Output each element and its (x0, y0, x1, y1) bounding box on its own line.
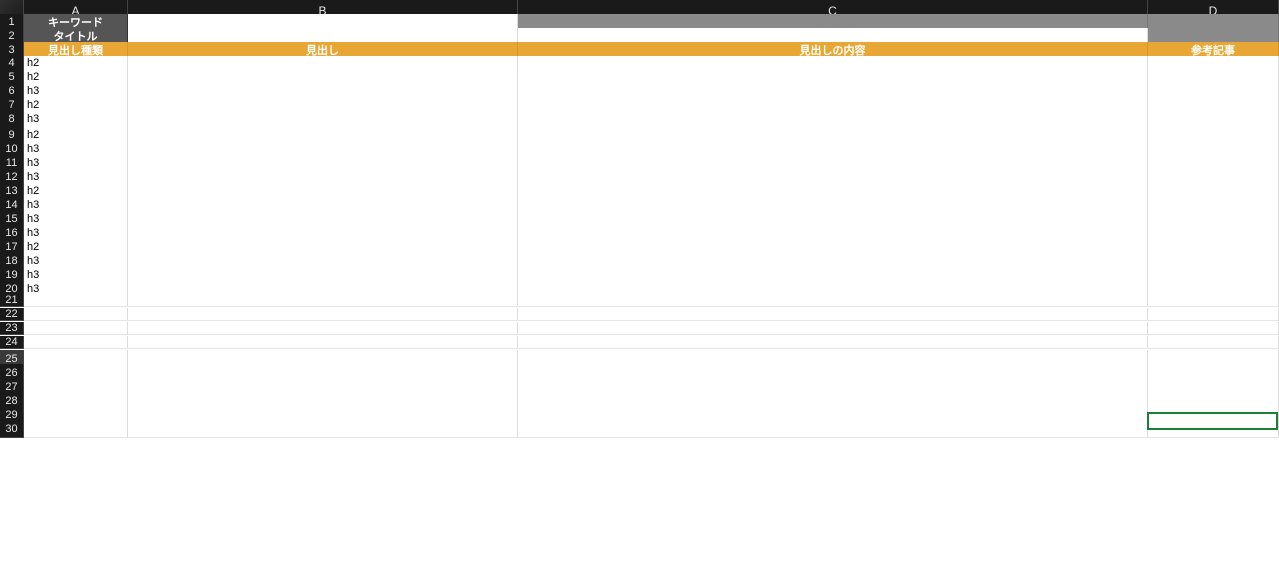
cell-C23[interactable] (518, 322, 1148, 335)
row-header-22[interactable]: 22 (0, 308, 24, 321)
cell-C24[interactable] (518, 336, 1148, 349)
row-header-30[interactable]: 30 (0, 420, 24, 438)
cell-C30[interactable] (518, 420, 1148, 438)
cell-B6[interactable] (128, 84, 518, 99)
cell-C7[interactable] (518, 98, 1148, 113)
cell-A22[interactable] (24, 308, 128, 321)
cell-C5[interactable] (518, 70, 1148, 85)
row-header-7[interactable]: 7 (0, 98, 24, 113)
cell-C8[interactable] (518, 112, 1148, 127)
cell-A5[interactable]: h2 (24, 70, 128, 85)
cell-C21[interactable] (518, 294, 1148, 307)
cell-B23[interactable] (128, 322, 518, 335)
cell-A7[interactable]: h2 (24, 98, 128, 113)
row-header-21[interactable]: 21 (0, 294, 24, 307)
cell-D21[interactable] (1148, 294, 1279, 307)
row-header-8[interactable]: 8 (0, 112, 24, 127)
row-header-24[interactable]: 24 (0, 336, 24, 349)
cell-A21[interactable] (24, 294, 128, 307)
cell-D23[interactable] (1148, 322, 1279, 335)
cell-A8[interactable]: h3 (24, 112, 128, 127)
cell-D8[interactable] (1148, 112, 1279, 127)
cell-A4[interactable]: h2 (24, 56, 128, 71)
cell-A6[interactable]: h3 (24, 84, 128, 99)
cell-A30[interactable] (24, 420, 128, 438)
cell-D24[interactable] (1148, 336, 1279, 349)
cell-B22[interactable] (128, 308, 518, 321)
cell-A23[interactable] (24, 322, 128, 335)
cell-B5[interactable] (128, 70, 518, 85)
row-header-4[interactable]: 4 (0, 56, 24, 71)
cell-B8[interactable] (128, 112, 518, 127)
cell-D30[interactable] (1148, 420, 1279, 438)
cell-D7[interactable] (1148, 98, 1279, 113)
cell-C6[interactable] (518, 84, 1148, 99)
cell-B30[interactable] (128, 420, 518, 438)
cell-B24[interactable] (128, 336, 518, 349)
spreadsheet-grid[interactable]: ABCD1キーワード2タイトル3見出し種類見出し見出しの内容参考記事4h25h2… (0, 0, 1279, 434)
cell-B7[interactable] (128, 98, 518, 113)
cell-B21[interactable] (128, 294, 518, 307)
row-header-5[interactable]: 5 (0, 70, 24, 85)
cell-D4[interactable] (1148, 56, 1279, 71)
row-header-23[interactable]: 23 (0, 322, 24, 335)
cell-D5[interactable] (1148, 70, 1279, 85)
cell-B4[interactable] (128, 56, 518, 71)
cell-A24[interactable] (24, 336, 128, 349)
cell-D22[interactable] (1148, 308, 1279, 321)
cell-D6[interactable] (1148, 84, 1279, 99)
row-header-6[interactable]: 6 (0, 84, 24, 99)
cell-C4[interactable] (518, 56, 1148, 71)
cell-C22[interactable] (518, 308, 1148, 321)
